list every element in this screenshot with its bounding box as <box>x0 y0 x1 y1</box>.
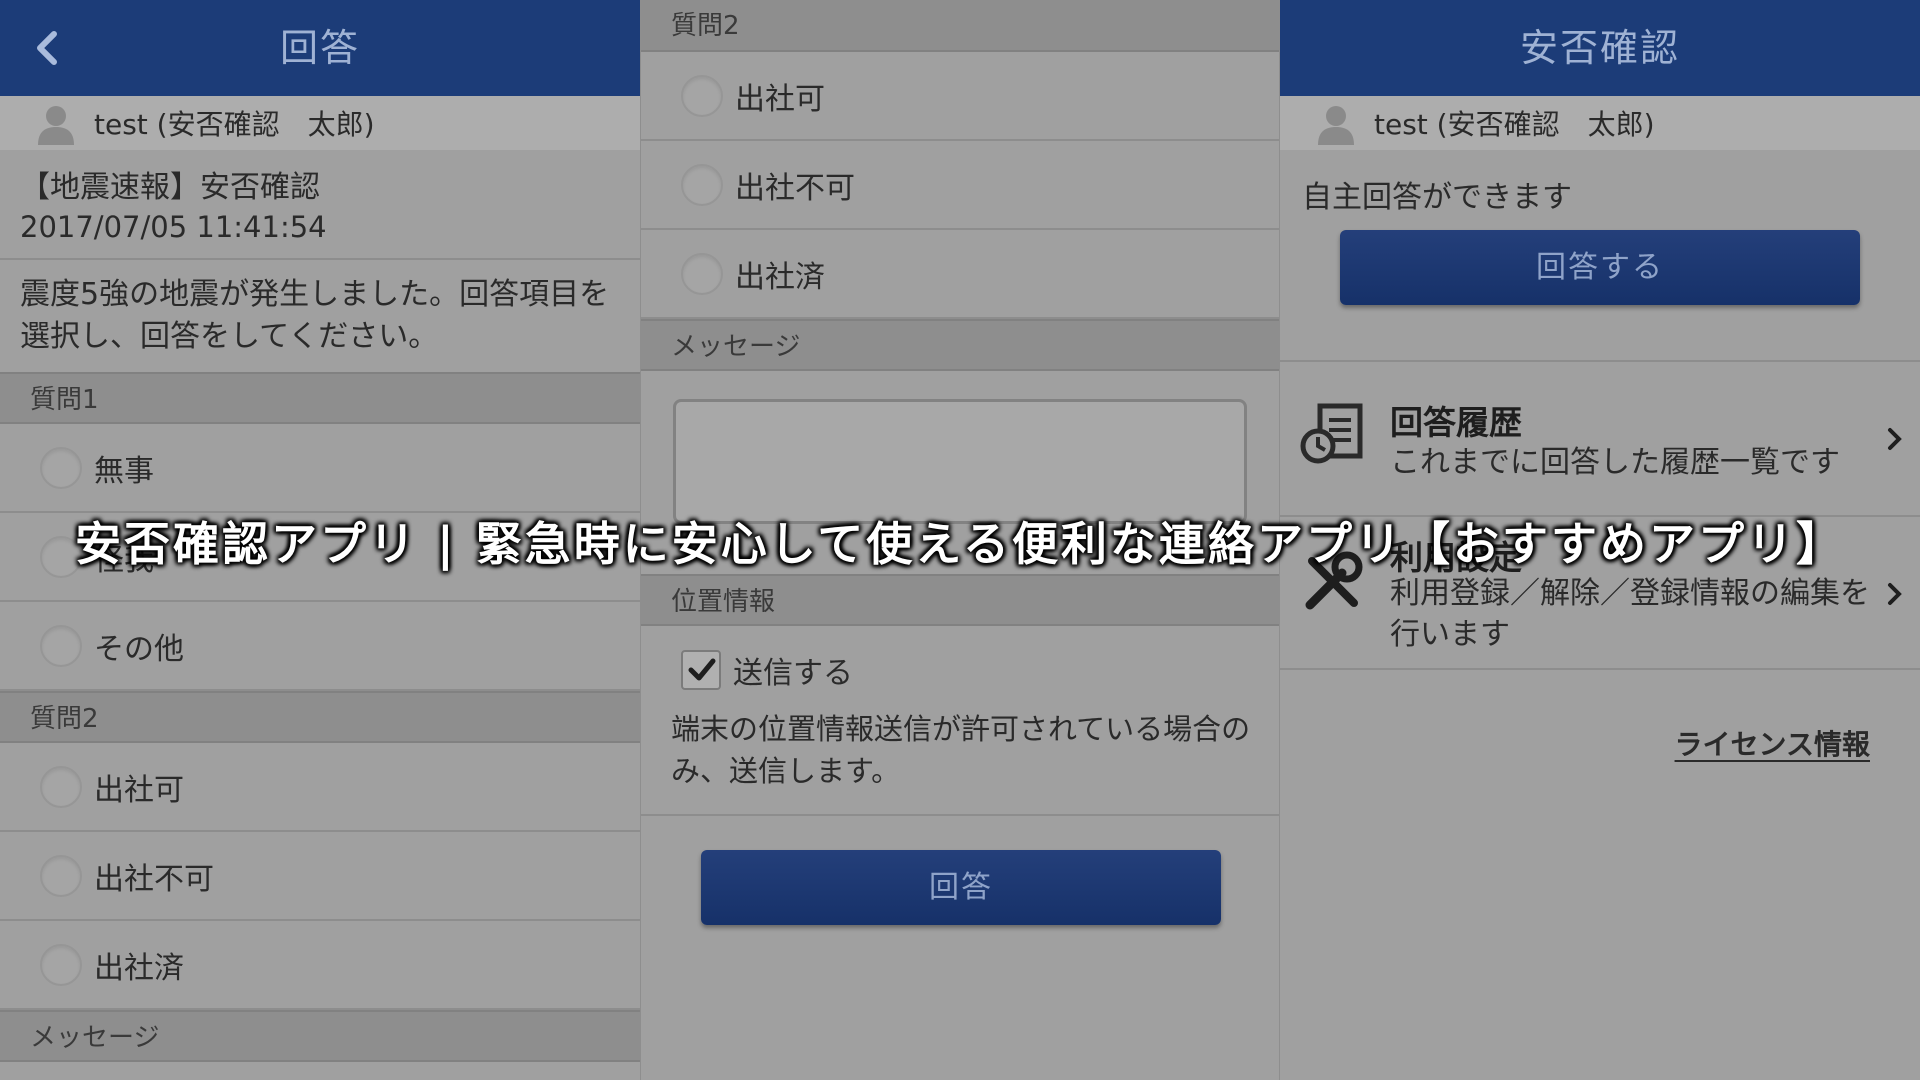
radio-button[interactable] <box>40 446 82 489</box>
option-label: 出社済 <box>735 259 825 295</box>
send-location-checkbox[interactable] <box>681 650 721 690</box>
q2-option-attended[interactable]: 出社済 <box>0 921 640 1010</box>
history-document-icon <box>1300 403 1363 464</box>
user-bar: test (安否確認 太郎) <box>0 96 640 150</box>
radio-button[interactable] <box>40 943 82 986</box>
option-label: 出社不可 <box>94 861 214 897</box>
option-label: 出社可 <box>735 81 825 117</box>
notice-title: 【地震速報】安否確認 <box>20 170 320 205</box>
radio-button[interactable] <box>40 765 82 808</box>
page-title: 安否確認 <box>1519 26 1680 70</box>
q2-option-can-attend[interactable]: 出社可 <box>641 52 1279 141</box>
question2-header: 質問2 <box>0 691 640 743</box>
home-header: 安否確認 <box>1280 0 1920 96</box>
license-link[interactable]: ライセンス情報 <box>1675 723 1870 763</box>
user-name: test (安否確認 太郎) <box>1374 108 1655 141</box>
message-header: メッセージ <box>0 1010 640 1062</box>
q2-option-cannot-attend[interactable]: 出社不可 <box>641 141 1279 230</box>
chevron-right-icon <box>1888 428 1902 450</box>
user-avatar-icon <box>1318 106 1354 145</box>
q2-option-can-attend[interactable]: 出社可 <box>0 743 640 832</box>
user-bar: test (安否確認 太郎) <box>1280 96 1920 150</box>
q1-option-other[interactable]: その他 <box>0 602 640 691</box>
radio-button[interactable] <box>40 624 82 667</box>
answer-header: 回答 <box>0 0 640 96</box>
question2-header: 質問2 <box>641 0 1279 52</box>
question1-header: 質問1 <box>0 372 640 424</box>
overlay-title: 安否確認アプリ | 緊急時に安心して使える便利な連絡アプリ【おすすめアプリ】 <box>74 517 1846 571</box>
radio-button[interactable] <box>681 74 723 117</box>
message-header: メッセージ <box>641 319 1279 371</box>
radio-button[interactable] <box>681 252 723 295</box>
q1-option-safe[interactable]: 無事 <box>0 424 640 513</box>
option-label: その他 <box>94 631 184 667</box>
location-note: 端末の位置情報送信が許可されている場合のみ、送信します。 <box>641 692 1279 816</box>
send-location-label: 送信する <box>733 656 853 691</box>
page-title: 回答 <box>279 26 360 70</box>
q2-option-cannot-attend[interactable]: 出社不可 <box>0 832 640 921</box>
radio-button[interactable] <box>40 854 82 897</box>
option-label: 出社可 <box>94 772 184 808</box>
notice-date: 2017/07/05 11:41:54 <box>0 210 640 260</box>
message-textarea[interactable] <box>673 399 1247 524</box>
location-header: 位置情報 <box>641 574 1279 626</box>
q2-option-attended[interactable]: 出社済 <box>641 230 1279 319</box>
option-label: 無事 <box>94 453 154 489</box>
answer-button[interactable]: 回答 <box>701 850 1221 925</box>
send-location-row[interactable]: 送信する <box>641 626 1279 692</box>
history-desc: これまでに回答した履歴一覧です <box>1390 445 1840 480</box>
user-avatar-icon <box>38 106 74 145</box>
chevron-right-icon <box>1888 583 1902 605</box>
back-arrow-icon[interactable] <box>26 26 70 70</box>
history-title: 回答履歴 <box>1390 403 1522 442</box>
checkmark-icon <box>688 658 716 681</box>
radio-button[interactable] <box>681 163 723 206</box>
settings-desc: 利用登録／解除／登録情報の編集を行います <box>1390 576 1870 652</box>
notice-body: 震度5強の地震が発生しました。回答項目を選択し、回答をしてください。 <box>20 277 610 354</box>
respond-button[interactable]: 回答する <box>1340 230 1860 305</box>
self-answer-text: 自主回答ができます <box>1302 180 1572 215</box>
option-label: 出社済 <box>94 950 184 986</box>
user-name: test (安否確認 太郎) <box>94 108 375 141</box>
option-label: 出社不可 <box>735 170 855 206</box>
menu-item-history[interactable]: 回答履歴 これまでに回答した履歴一覧です <box>1280 360 1920 515</box>
